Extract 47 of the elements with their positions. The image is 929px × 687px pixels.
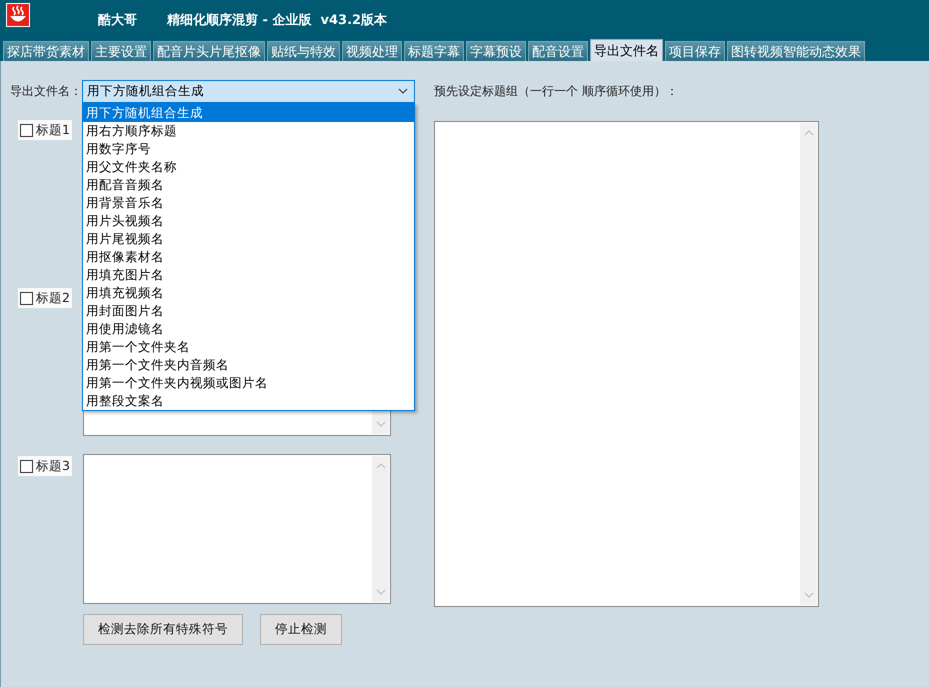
action-button[interactable]: 停止检测 [260,614,342,645]
dropdown-option[interactable]: 用背景音乐名 [83,194,414,212]
export-name-label: 导出文件名： [10,82,82,100]
tab[interactable]: 贴纸与特效 [267,41,340,61]
tab[interactable]: 主要设置 [91,41,151,61]
title-checkbox[interactable]: 标题3 [18,456,72,476]
dropdown-option[interactable]: 用数字序号 [83,140,414,158]
dropdown-option[interactable]: 用父文件夹名称 [83,158,414,176]
title-group-label: 预先设定标题组（一行一个 顺序循环使用）： [434,83,679,100]
dropdown-option[interactable]: 用第一个文件夹名 [83,338,414,356]
tab[interactable]: 配音设置 [528,41,588,61]
dropdown-option[interactable]: 用右方顺序标题 [83,122,414,140]
action-button[interactable]: 检测去除所有特殊符号 [83,614,243,645]
caret-icon [398,88,408,94]
dropdown-option[interactable]: 用整段文案名 [83,392,414,410]
tab[interactable]: 探店带货素材 [3,41,89,61]
dropdown-option[interactable]: 用填充图片名 [83,266,414,284]
scroll-down-icon[interactable] [376,421,386,427]
tab[interactable]: 图转视频智能动态效果 [727,41,865,61]
hot-bowl-icon [6,3,30,27]
scroll-up-icon[interactable] [376,463,386,469]
dropdown-option[interactable]: 用封面图片名 [83,302,414,320]
text-area[interactable] [434,121,819,607]
title-checkbox[interactable]: 标题2 [18,288,72,308]
dropdown-option[interactable]: 用使用滤镜名 [83,320,414,338]
tab[interactable]: 导出文件名 [590,39,663,61]
dropdown-option[interactable]: 用配音音频名 [83,176,414,194]
dropdown-option[interactable]: 用抠像素材名 [83,248,414,266]
window-title: 精细化顺序混剪 - 企业版 v43.2版本 [167,12,388,29]
tab[interactable]: 字幕预设 [466,41,526,61]
scroll-down-icon[interactable] [804,592,814,598]
app-name: 酷大哥 [98,12,137,29]
text-area[interactable] [83,454,391,604]
tab[interactable]: 标题字幕 [404,41,464,61]
tab[interactable]: 视频处理 [342,41,402,61]
dropdown-option[interactable]: 用填充视频名 [83,284,414,302]
title-checkbox[interactable]: 标题1 [18,120,72,140]
scroll-down-icon[interactable] [376,589,386,595]
dropdown-option[interactable]: 用片头视频名 [83,212,414,230]
tab[interactable]: 配音片头片尾抠像 [153,41,265,61]
dropdown[interactable]: 用下方随机组合生成 [82,80,415,102]
tab[interactable]: 项目保存 [665,41,725,61]
dropdown-option[interactable]: 用下方随机组合生成 [83,104,414,122]
dropdown-option[interactable]: 用第一个文件夹内音频名 [83,356,414,374]
scroll-up-icon[interactable] [804,130,814,136]
dropdown-option[interactable]: 用片尾视频名 [83,230,414,248]
dropdown-option[interactable]: 用第一个文件夹内视频或图片名 [83,374,414,392]
